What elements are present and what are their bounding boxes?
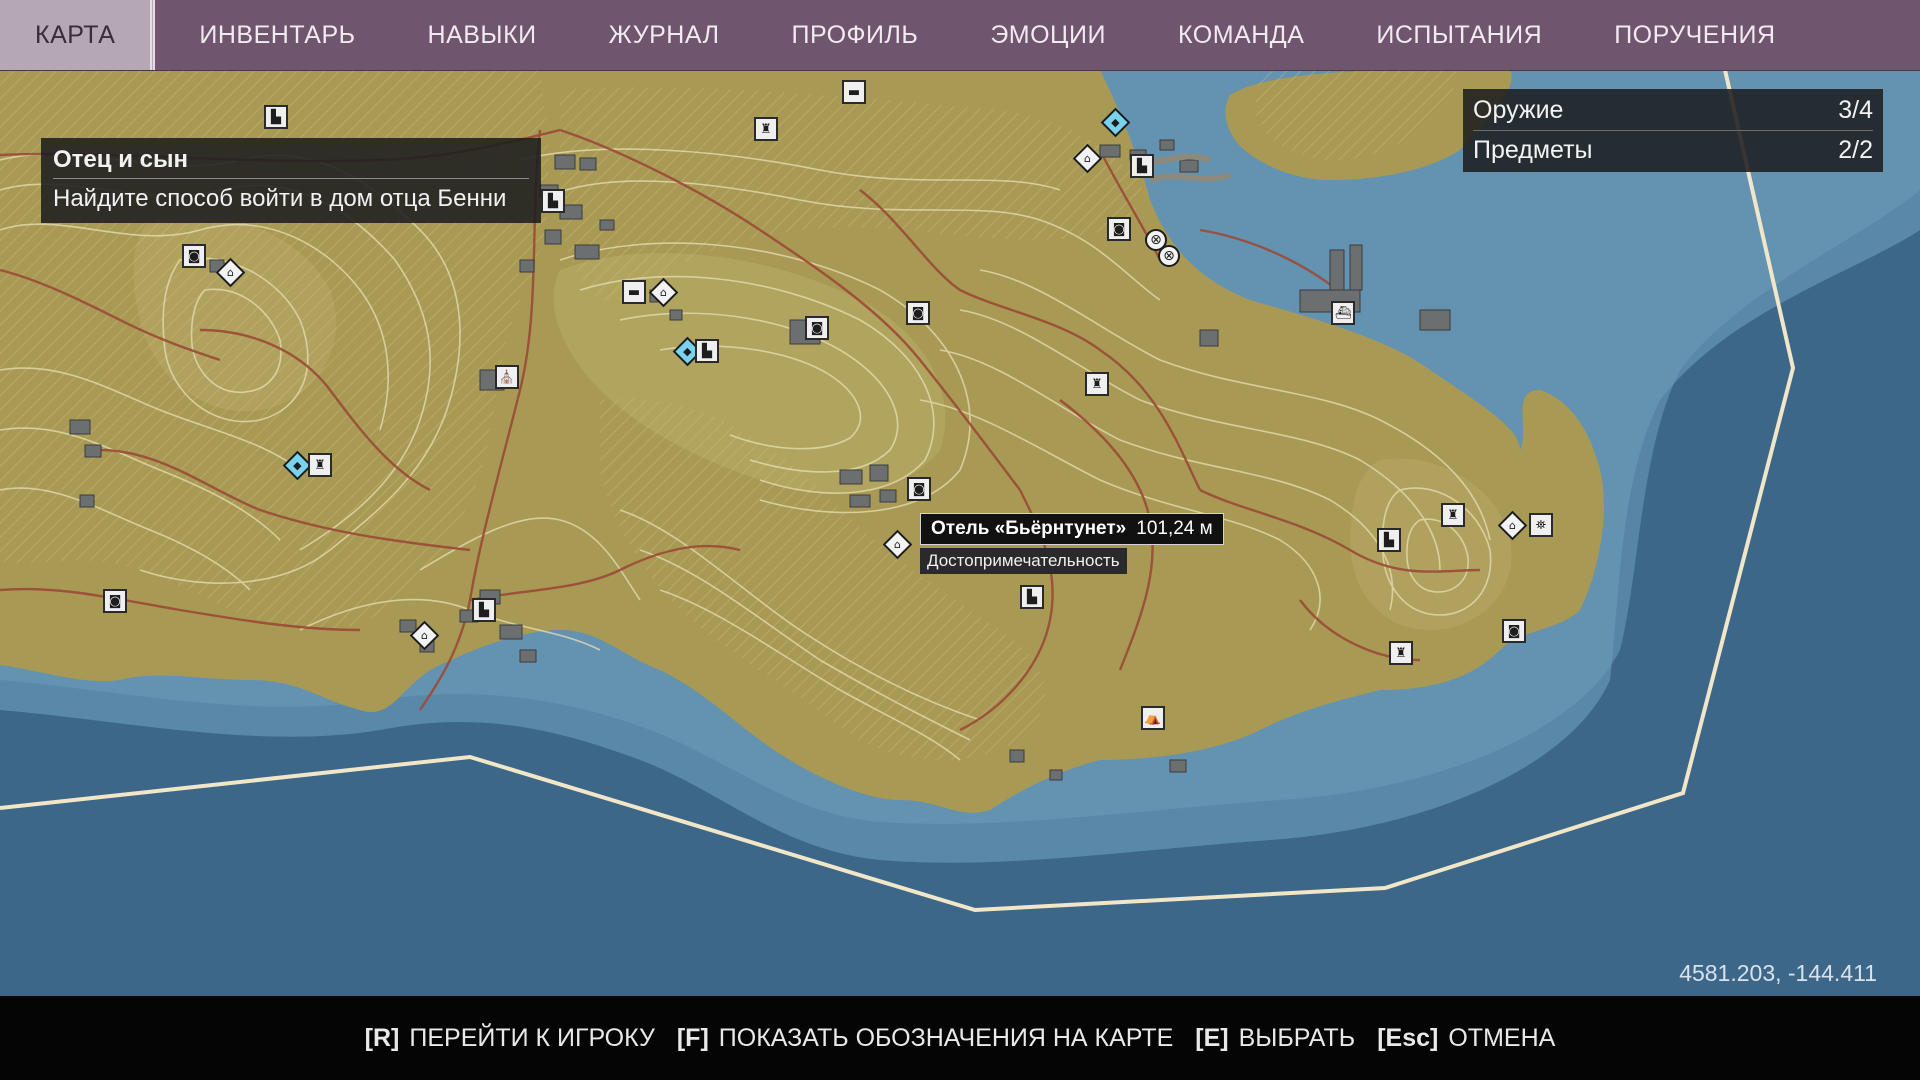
hint-key: [Esc]	[1377, 1023, 1439, 1052]
camera-icon[interactable]: ◙	[804, 315, 830, 341]
objective-title: Отец и сын	[53, 146, 188, 173]
landmark-icon[interactable]: ▙	[1376, 527, 1402, 553]
hint-cancel[interactable]: [Esc] ОТМЕНА	[1377, 1024, 1555, 1053]
tab-errands[interactable]: ПОРУЧЕНИЯ	[1578, 0, 1811, 70]
boat-icon[interactable]: ⛴	[1330, 300, 1356, 326]
collectible-row-items: Предметы 2/2	[1463, 131, 1883, 170]
hint-label: ВЫБРАТЬ	[1238, 1023, 1356, 1052]
collectible-count: 3/4	[1838, 96, 1873, 124]
tab-emotes[interactable]: ЭМОЦИИ	[954, 0, 1142, 70]
safehouse-icon[interactable]: ⌂	[215, 257, 245, 287]
outpost-icon[interactable]: ♜	[307, 452, 333, 478]
hint-select[interactable]: [E] ВЫБРАТЬ	[1195, 1024, 1355, 1053]
objective-description: Найдите способ войти в дом отца Бенни	[53, 185, 507, 212]
tab-challenges[interactable]: ИСПЫТАНИЯ	[1340, 0, 1578, 70]
camera-icon[interactable]: ◙	[906, 476, 932, 502]
landmark-icon[interactable]: ▙	[471, 597, 497, 623]
collectibles-panel: Оружие 3/4 Предметы 2/2	[1463, 89, 1883, 172]
tooltip-category: Достопримечательность	[920, 548, 1127, 574]
landmark-icon[interactable]: ▙	[1019, 584, 1045, 610]
camera-icon[interactable]: ◙	[905, 300, 931, 326]
hint-key: [E]	[1195, 1023, 1229, 1052]
safehouse-icon[interactable]: ⌂	[1072, 143, 1102, 173]
waypoint-diamond-blue-icon[interactable]: ◆	[1100, 107, 1130, 137]
safehouse-icon[interactable]: ⌂	[1497, 510, 1527, 540]
hint-label: ОТМЕНА	[1448, 1023, 1556, 1052]
roadblock-icon[interactable]: ▬	[841, 79, 867, 105]
tab-journal[interactable]: ЖУРНАЛ	[573, 0, 756, 70]
main-menu-tabs: КАРТА ИНВЕНТАРЬ НАВЫКИ ЖУРНАЛ ПРОФИЛЬ ЭМ…	[0, 0, 1920, 71]
church-icon[interactable]: ⛪	[494, 364, 520, 390]
cursor-coordinates: 4581.203, -144.411	[1679, 960, 1877, 986]
hint-key: [F]	[676, 1023, 709, 1052]
tooltip-location-name: Отель «Бьёрнтунет»	[931, 518, 1127, 539]
hint-key: [R]	[364, 1023, 400, 1052]
tab-team[interactable]: КОМАНДА	[1142, 0, 1340, 70]
camera-icon[interactable]: ◙	[1106, 216, 1132, 242]
hint-go-to-player[interactable]: [R] ПЕРЕЙТИ К ИГРОКУ	[365, 1024, 655, 1053]
outpost-icon[interactable]: ♜	[1388, 640, 1414, 666]
hint-show-legend[interactable]: [F] ПОКАЗАТЬ ОБОЗНАЧЕНИЯ НА КАРТЕ	[677, 1024, 1173, 1053]
collectible-row-weapons: Оружие 3/4	[1463, 91, 1883, 130]
tooltip-header: Отель «Бьёрнтунет» 101,24 м	[920, 513, 1224, 545]
camp-tent-icon[interactable]: ⛺	[1140, 705, 1166, 731]
camera-icon[interactable]: ◙	[102, 588, 128, 614]
safehouse-icon[interactable]: ⌂	[409, 620, 439, 650]
hint-label: ПОКАЗАТЬ ОБОЗНАЧЕНИЯ НА КАРТЕ	[718, 1023, 1174, 1052]
tab-inventory[interactable]: ИНВЕНТАРЬ	[163, 0, 391, 70]
landmark-icon[interactable]: ▙	[263, 104, 289, 130]
landmark-icon[interactable]: ▙	[694, 338, 720, 364]
landmark-icon[interactable]: ▙	[540, 188, 566, 214]
hint-label: ПЕРЕЙТИ К ИГРОКУ	[409, 1023, 655, 1052]
collectible-label: Оружие	[1473, 96, 1564, 124]
camera-icon[interactable]: ◙	[181, 243, 207, 269]
safehouse-icon[interactable]: ⌂	[648, 277, 678, 307]
roadblock-icon[interactable]: ▬	[621, 279, 647, 305]
objective-panel: Отец и сын Найдите способ войти в дом от…	[41, 138, 541, 223]
landmark-icon[interactable]: ▙	[1129, 153, 1155, 179]
crossed-circle-icon[interactable]: ⊗	[1156, 243, 1182, 269]
outpost-icon[interactable]: ♜	[753, 116, 779, 142]
location-tooltip: Отель «Бьёрнтунет» 101,24 м Достопримеча…	[920, 513, 1224, 574]
tooltip-distance: 101,24 м	[1136, 518, 1213, 539]
collectible-count: 2/2	[1838, 136, 1873, 164]
tab-skills[interactable]: НАВЫКИ	[392, 0, 573, 70]
tab-profile[interactable]: ПРОФИЛЬ	[755, 0, 954, 70]
tab-map[interactable]: КАРТА	[0, 0, 156, 70]
control-hints-bar: [R] ПЕРЕЙТИ К ИГРОКУ [F] ПОКАЗАТЬ ОБОЗНА…	[0, 996, 1920, 1080]
lighthouse-icon[interactable]: ⛯	[1528, 512, 1554, 538]
outpost-icon[interactable]: ♜	[1084, 371, 1110, 397]
camera-icon[interactable]: ◙	[1501, 618, 1527, 644]
collectible-label: Предметы	[1473, 136, 1593, 164]
hotel-landmark-marker-icon[interactable]: ⌂	[882, 529, 912, 559]
outpost-icon[interactable]: ♜	[1440, 502, 1466, 528]
